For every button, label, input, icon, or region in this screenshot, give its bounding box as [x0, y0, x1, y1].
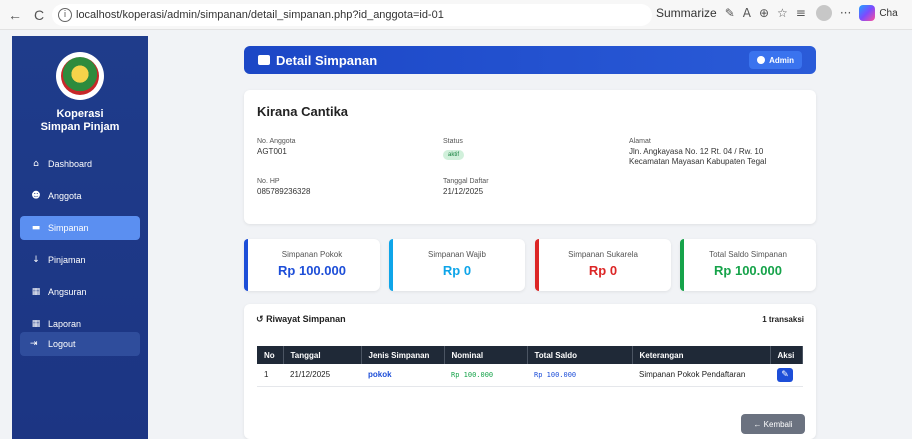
user-icon: [757, 56, 766, 64]
alamat-label: Alamat: [629, 138, 651, 145]
summarize-button[interactable]: Summarize: [656, 6, 717, 20]
sidebar-item-dashboard[interactable]: ⌂ Dashboard: [20, 152, 140, 176]
kembali-button[interactable]: ← Kembali: [741, 414, 805, 434]
stat-card-simpanan-sukarela: Simpanan Sukarela Rp 0: [535, 239, 671, 291]
favorite-star-icon[interactable]: ☆: [777, 6, 788, 20]
status-label: Status: [443, 138, 463, 145]
reload-icon[interactable]: C: [30, 7, 48, 23]
favorites-list-icon[interactable]: ≡: [796, 6, 806, 20]
wallet-icon: ▬: [31, 223, 41, 233]
jenis-simpanan-link[interactable]: pokok: [361, 364, 444, 387]
browser-actions: Summarize ✎ A ⊕ ☆ ≡ ··· Cha: [656, 5, 898, 21]
riwayat-table: No Tanggal Jenis Simpanan Nominal Total …: [257, 346, 803, 387]
logout-icon: ⇥: [30, 339, 38, 349]
stat-card-simpanan-wajib: Simpanan Wajib Rp 0: [389, 239, 525, 291]
col-nominal: Nominal: [444, 346, 528, 364]
member-name: Kirana Cantika: [257, 104, 349, 119]
riwayat-title: ↺ Riwayat Simpanan: [256, 314, 346, 325]
no-hp-value: 085789236328: [257, 187, 311, 196]
sidebar-item-simpanan[interactable]: ▬ Simpanan: [20, 216, 140, 240]
wallet-icon: [258, 55, 270, 65]
copilot-label[interactable]: Cha: [879, 8, 897, 19]
riwayat-simpanan-card: ↺ Riwayat Simpanan 1 transaksi No Tangga…: [244, 304, 816, 439]
site-info-icon[interactable]: i: [58, 8, 72, 22]
url-text: localhost/koperasi/admin/simpanan/detail…: [76, 9, 444, 21]
sidebar-menu: ⌂ Dashboard ☻ Anggota ▬ Simpanan ↓ Pinja…: [20, 152, 140, 344]
col-no: No: [257, 346, 284, 364]
brand-name: Koperasi Simpan Pinjam: [40, 108, 120, 133]
history-icon: ↺: [256, 315, 264, 325]
address-bar[interactable]: i localhost/koperasi/admin/simpanan/deta…: [52, 4, 652, 26]
users-icon: ☻: [31, 191, 41, 201]
profile-avatar[interactable]: [815, 5, 832, 21]
tanggal-daftar-value: 21/12/2025: [443, 187, 484, 196]
col-aksi: Aksi: [770, 346, 803, 364]
stat-card-total-saldo: Total Saldo Simpanan Rp 100.000: [680, 239, 816, 291]
col-keterangan: Keterangan: [632, 346, 771, 364]
edit-icon[interactable]: ✎: [777, 367, 793, 382]
browser-toolbar: ← C i localhost/koperasi/admin/simpanan/…: [0, 0, 912, 30]
sidebar-item-anggota[interactable]: ☻ Anggota: [20, 184, 140, 208]
admin-button[interactable]: Admin: [749, 51, 802, 69]
sidebar-item-angsuran[interactable]: ▦ Angsuran: [20, 280, 140, 304]
col-total-saldo: Total Saldo: [527, 346, 633, 364]
transaction-count: 1 transaksi: [762, 315, 804, 324]
logout-button[interactable]: ⇥ Logout: [20, 332, 140, 356]
no-anggota-value: AGT001: [257, 147, 287, 156]
col-tanggal: Tanggal: [283, 346, 362, 364]
alamat-line2: Kecamatan Mayasan Kabupaten Tegal: [629, 157, 767, 166]
page-header: Detail Simpanan Admin: [244, 46, 816, 74]
table-header-row: No Tanggal Jenis Simpanan Nominal Total …: [257, 346, 803, 364]
cooperative-logo: [56, 52, 104, 100]
col-jenis: Jenis Simpanan: [361, 346, 445, 364]
zoom-icon[interactable]: ⊕: [759, 6, 769, 20]
calendar-icon: ▦: [31, 287, 41, 297]
member-profile-card: Kirana Cantika No. Anggota AGT001 Status…: [244, 90, 816, 224]
tanggal-daftar-label: Tanggal Daftar: [443, 178, 489, 185]
read-aloud-icon[interactable]: A: [743, 6, 751, 20]
sidebar-item-pinjaman[interactable]: ↓ Pinjaman: [20, 248, 140, 272]
calendar-icon: ▦: [31, 319, 41, 329]
no-anggota-label: No. Anggota: [257, 138, 296, 145]
table-row: 1 21/12/2025 pokok Rp 100.000 Rp 100.000…: [257, 364, 803, 387]
copilot-icon[interactable]: [859, 5, 876, 21]
summarize-icon[interactable]: ✎: [725, 6, 735, 20]
more-menu-icon[interactable]: ···: [840, 6, 851, 20]
status-badge: aktif: [443, 150, 465, 160]
no-hp-label: No. HP: [257, 178, 280, 185]
back-arrow-icon[interactable]: ←: [6, 7, 24, 23]
stat-card-simpanan-pokok: Simpanan Pokok Rp 100.000: [244, 239, 380, 291]
sidebar: Koperasi Simpan Pinjam ⌂ Dashboard ☻ Ang…: [12, 36, 148, 439]
home-icon: ⌂: [33, 159, 39, 169]
alamat-line1: Jln. Angkayasa No. 12 Rt. 04 / Rw. 10: [629, 147, 764, 156]
hand-coin-icon: ↓: [32, 255, 40, 265]
page-title: Detail Simpanan: [276, 52, 378, 68]
